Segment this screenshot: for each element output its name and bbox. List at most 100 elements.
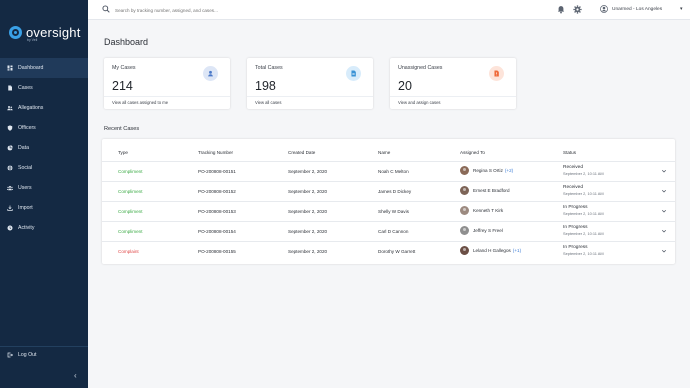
sidebar-item-label: Allegations <box>18 105 44 111</box>
sidebar-item-officers[interactable]: Officers <box>0 118 88 138</box>
sidebar-item-label: Users <box>18 185 32 191</box>
sidebar-item-activity[interactable]: Activity <box>0 218 88 238</box>
case-type: Compliment <box>118 189 143 194</box>
sidebar-item-social[interactable]: Social <box>0 158 88 178</box>
search-icon <box>102 5 110 13</box>
tracking-number: PO-200808-00155 <box>198 249 236 254</box>
column-header-name[interactable]: Name <box>378 150 390 155</box>
search-input[interactable] <box>115 6 315 15</box>
additional-assignees[interactable]: (+2) <box>505 168 513 173</box>
status-label: In Progress <box>563 225 588 230</box>
status-timestamp: September 2, 10:11 AM <box>563 231 604 236</box>
oversight-logo-icon <box>9 25 22 39</box>
column-header-assigned-to[interactable]: Assigned To <box>460 150 485 155</box>
sidebar-item-label: Data <box>18 145 29 151</box>
case-name: Noah C Melton <box>378 169 409 174</box>
bell-icon[interactable] <box>557 5 565 14</box>
status-timestamp: September 2, 10:11 AM <box>563 191 604 196</box>
created-date: September 2, 2020 <box>288 169 328 174</box>
sidebar-nav: Dashboard Cases Allegations Officers Data Soc… <box>0 58 88 238</box>
assignee-name: Kenneth T Kirk <box>473 208 504 213</box>
case-type: Compliment <box>118 209 143 214</box>
gear-icon[interactable] <box>573 5 582 14</box>
additional-assignees[interactable]: (+1) <box>513 248 521 253</box>
card-count: 20 <box>398 79 412 93</box>
case-name: Shelly W Davis <box>378 209 409 214</box>
summary-card: Total Cases 198 View all cases <box>247 58 373 109</box>
column-header-tracking-number[interactable]: Tracking Number <box>198 150 233 155</box>
sidebar: oversight by Veil Dashboard Cases Allegati… <box>0 0 88 388</box>
chevron-down-icon[interactable]: ▾ <box>680 6 683 12</box>
collapse-sidebar-chevron-icon[interactable]: ‹ <box>74 371 77 380</box>
created-date: September 2, 2020 <box>288 209 328 214</box>
logout-button[interactable]: Log Out <box>0 346 88 362</box>
sidebar-item-label: Officers <box>18 125 36 131</box>
tracking-number: PO-200808-00153 <box>198 209 236 214</box>
card-link[interactable]: View and assign cases <box>398 100 441 105</box>
card-count: 198 <box>255 79 276 93</box>
created-date: September 2, 2020 <box>288 249 328 254</box>
chevron-down-icon[interactable] <box>661 228 667 234</box>
chevron-down-icon[interactable] <box>661 168 667 174</box>
tracking-number: PO-200808-00152 <box>198 189 236 194</box>
avatar <box>460 186 469 195</box>
assignee-name: Ernest E Bradford <box>473 188 510 193</box>
column-header-type[interactable]: Type <box>118 150 128 155</box>
card-link[interactable]: View all cases assigned to me <box>112 100 168 105</box>
user-account-name[interactable]: Unarmed - Los Angeles <box>612 7 662 12</box>
tracking-number: PO-200808-00151 <box>198 169 236 174</box>
table-row[interactable]: Complaint PO-200808-00155 September 2, 202… <box>102 241 675 261</box>
assigned-to: Kenneth T Kirk <box>460 206 503 215</box>
table-row[interactable]: Compliment PO-200808-00153 September 2, 20… <box>102 201 675 221</box>
dashboard-icon <box>7 65 13 71</box>
card-link[interactable]: View all cases <box>255 100 281 105</box>
status-timestamp: September 2, 10:11 AM <box>563 211 604 216</box>
topbar: Unarmed - Los Angeles ▾ <box>88 0 690 20</box>
column-header-created-date[interactable]: Created Date <box>288 150 315 155</box>
chevron-down-icon[interactable] <box>661 188 667 194</box>
sidebar-item-cases[interactable]: Cases <box>0 78 88 98</box>
chevron-down-icon[interactable] <box>661 208 667 214</box>
column-header-status[interactable]: Status <box>563 150 576 155</box>
avatar <box>460 226 469 235</box>
case-name: Dorothy W Garrett <box>378 249 416 254</box>
sidebar-item-dashboard[interactable]: Dashboard <box>0 58 88 78</box>
table-row[interactable]: Compliment PO-200808-00154 September 2, 20… <box>102 221 675 241</box>
people-icon <box>7 105 13 111</box>
brand-logo[interactable]: oversight <box>9 22 81 42</box>
logout-icon <box>7 352 13 358</box>
avatar <box>460 246 469 255</box>
page-title: Dashboard <box>104 37 149 47</box>
assigned-to: Ernest E Bradford <box>460 186 510 195</box>
sidebar-item-import[interactable]: Import <box>0 198 88 218</box>
summary-card: Unassigned Cases 20 View and assign cases <box>390 58 516 109</box>
sidebar-item-data[interactable]: Data <box>0 138 88 158</box>
users-icon <box>7 185 13 191</box>
brand-subtitle: by Veil <box>27 38 38 42</box>
recent-cases-table: Type Tracking Number Created Date Name Assig… <box>102 139 675 264</box>
assignee-name: Jeffrey S Freel <box>473 228 503 233</box>
chevron-down-icon[interactable] <box>661 248 667 254</box>
sidebar-item-label: Import <box>18 205 33 211</box>
import-icon <box>7 205 13 211</box>
case-status: In Progress September 2, 10:11 AM <box>563 205 604 216</box>
avatar <box>460 166 469 175</box>
card-divider <box>390 96 516 97</box>
card-divider <box>104 96 230 97</box>
sidebar-item-allegations[interactable]: Allegations <box>0 98 88 118</box>
card-count: 214 <box>112 79 133 93</box>
logout-label: Log Out <box>18 351 37 358</box>
sidebar-item-users[interactable]: Users <box>0 178 88 198</box>
table-row[interactable]: Compliment PO-200808-00152 September 2, 20… <box>102 181 675 201</box>
activity-icon <box>7 225 13 231</box>
person-icon <box>203 66 218 81</box>
card-title: Total Cases <box>255 65 283 71</box>
created-date: September 2, 2020 <box>288 229 328 234</box>
status-timestamp: September 2, 10:11 AM <box>563 251 604 256</box>
case-name: Carl D Cannon <box>378 229 409 234</box>
table-row[interactable]: Compliment PO-200808-00151 September 2, 20… <box>102 161 675 181</box>
document-icon <box>7 85 13 91</box>
globe-icon <box>7 165 13 171</box>
user-account-icon[interactable] <box>600 5 608 13</box>
assignee-name: Regina S Ortiz <box>473 168 503 173</box>
